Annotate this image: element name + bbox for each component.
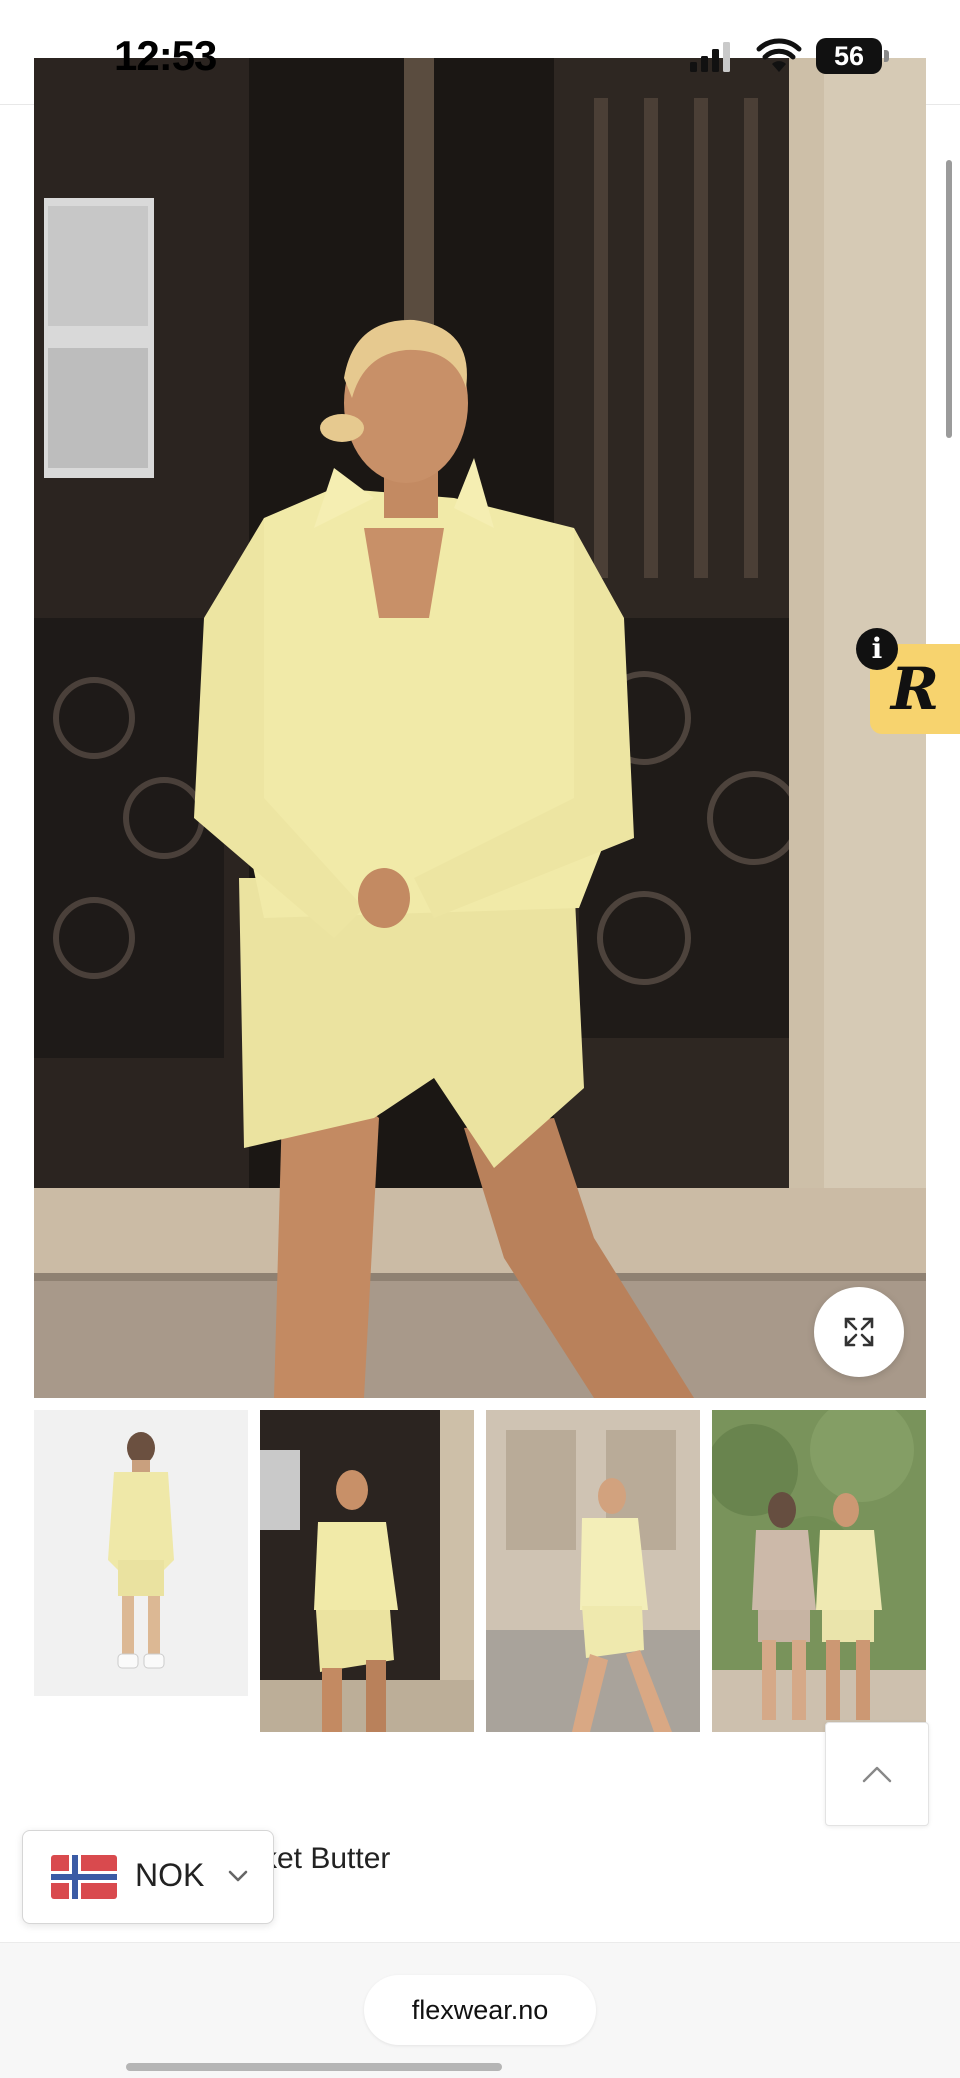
signal-icon xyxy=(690,42,730,72)
thumbnail-4[interactable] xyxy=(712,1410,926,1732)
info-icon[interactable]: i xyxy=(856,628,898,670)
chevron-down-icon xyxy=(228,1870,248,1882)
home-indicator[interactable] xyxy=(126,2063,502,2071)
wifi-icon xyxy=(756,38,802,72)
expand-button[interactable] xyxy=(814,1287,904,1377)
product-title: ket Butter xyxy=(262,1842,391,1875)
thumbnail-3[interactable] xyxy=(486,1410,700,1732)
expand-icon xyxy=(844,1317,874,1347)
currency-selector[interactable]: NOK xyxy=(22,1830,274,1924)
scrollbar-thumb[interactable] xyxy=(946,160,952,438)
main-product-image[interactable] xyxy=(34,58,926,1398)
norway-flag-icon xyxy=(51,1855,117,1899)
thumbnail-2[interactable] xyxy=(260,1410,474,1732)
browser-bottom-bar: flexwear.no xyxy=(0,1942,960,2078)
status-time: 12:53 xyxy=(114,32,217,79)
chevron-up-icon xyxy=(862,1766,892,1783)
r-widget-letter: R xyxy=(890,655,940,723)
thumbnail-1[interactable] xyxy=(34,1410,248,1696)
currency-label: NOK xyxy=(135,1857,205,1893)
battery-icon: 56 xyxy=(816,38,882,74)
url-bar[interactable]: flexwear.no xyxy=(364,1975,596,2045)
back-to-top-button[interactable] xyxy=(825,1722,929,1826)
battery-cap xyxy=(884,50,889,62)
